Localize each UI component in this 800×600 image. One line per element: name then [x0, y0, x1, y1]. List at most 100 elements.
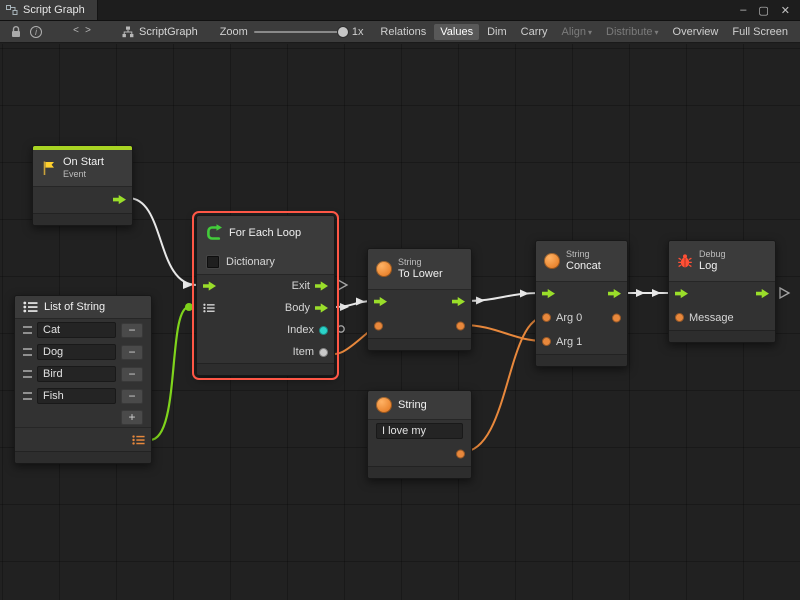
info-icon[interactable]: i [26, 23, 46, 41]
tab-title: Script Graph [23, 4, 85, 16]
graph-selector[interactable]: ScriptGraph [122, 26, 198, 38]
list-icon [23, 301, 38, 313]
carry-button[interactable]: Carry [515, 24, 554, 40]
distribute-button[interactable]: Distribute▾ [600, 24, 664, 40]
collection-input-port[interactable] [203, 303, 215, 313]
window-controls: – ▢ ✕ [740, 0, 800, 20]
node-log[interactable]: Debug Log Message [668, 240, 776, 343]
remove-item-button[interactable]: − [121, 345, 143, 360]
list-item-field[interactable]: Bird [37, 366, 116, 382]
node-footer [15, 451, 151, 463]
bug-icon [677, 253, 693, 269]
list-item-field[interactable]: Dog [37, 344, 116, 360]
drag-handle-icon[interactable] [23, 326, 32, 334]
node-subtitle: Event [63, 169, 104, 180]
item-output-port[interactable]: Item [293, 346, 328, 358]
node-category: Debug [699, 249, 726, 260]
port-label: Body [285, 302, 310, 314]
maximize-icon[interactable]: ▢ [758, 4, 768, 17]
wire-arrowhead [636, 289, 645, 297]
exec-input-port[interactable] [542, 289, 555, 299]
exec-output-port[interactable] [608, 289, 621, 299]
code-preview-icon[interactable]: < > [72, 23, 92, 41]
wire-onstart-to-foreach [128, 198, 197, 285]
zoom-label: Zoom [220, 26, 248, 38]
list-item-row: Bird − [15, 363, 151, 385]
node-for-each-loop[interactable]: For Each Loop Dictionary Exit [196, 215, 335, 376]
exec-input-port[interactable] [675, 289, 688, 299]
node-title: For Each Loop [229, 227, 301, 239]
node-list-of-string[interactable]: List of String Cat − Dog − Bird − [14, 295, 152, 464]
port-label: Arg 1 [556, 336, 582, 348]
exec-arrow-icon [113, 195, 126, 205]
dictionary-label: Dictionary [226, 256, 275, 268]
node-title: To Lower [398, 268, 443, 281]
node-concat[interactable]: String Concat Arg 0 [535, 240, 628, 367]
minimize-icon[interactable]: – [740, 4, 746, 16]
value-dot-icon [319, 326, 328, 335]
close-icon[interactable]: ✕ [781, 4, 790, 17]
exec-input-port[interactable] [203, 281, 216, 291]
message-input-port[interactable]: Message [675, 312, 734, 324]
value-dot-icon [319, 348, 328, 357]
string-output-port[interactable] [456, 450, 465, 459]
body-output-port[interactable]: Body [285, 302, 328, 314]
list-input-icon [203, 303, 215, 313]
chevron-down-icon: ▾ [655, 28, 659, 37]
exec-output-port[interactable] [452, 297, 465, 307]
zoom-slider-thumb[interactable] [338, 27, 348, 37]
node-string-literal[interactable]: String I love my [367, 390, 472, 479]
exec-arrow-icon [756, 289, 769, 299]
graph-tab-icon [6, 4, 18, 16]
arg0-input-port[interactable]: Arg 0 [542, 312, 582, 324]
align-button[interactable]: Align▾ [556, 24, 598, 40]
string-input-port[interactable] [374, 321, 383, 330]
wire-arrowhead [340, 303, 349, 311]
node-title: List of String [44, 301, 105, 313]
list-output-port[interactable] [132, 434, 145, 445]
node-title: On Start [63, 156, 104, 169]
value-dot-icon [374, 321, 383, 330]
string-value-field[interactable]: I love my [376, 423, 463, 439]
node-to-lower[interactable]: String To Lower [367, 248, 472, 351]
drag-handle-icon[interactable] [23, 348, 32, 356]
port-label: Message [689, 312, 734, 324]
drag-handle-icon[interactable] [23, 392, 32, 400]
remove-item-button[interactable]: − [121, 367, 143, 382]
result-output-port[interactable] [612, 313, 621, 322]
graph-canvas[interactable]: On Start Event List of String [0, 44, 800, 600]
list-item-field[interactable]: Fish [37, 388, 116, 404]
value-dot-icon [675, 313, 684, 322]
exec-output-port[interactable] [113, 195, 126, 205]
index-output-port[interactable]: Index [287, 324, 328, 336]
exec-input-port[interactable] [374, 297, 387, 307]
drag-handle-icon[interactable] [23, 370, 32, 378]
values-button[interactable]: Values [434, 24, 479, 40]
wire-arrowhead [183, 281, 193, 289]
overview-button[interactable]: Overview [667, 24, 725, 40]
dim-button[interactable]: Dim [481, 24, 513, 40]
list-item-field[interactable]: Cat [37, 322, 116, 338]
relations-button[interactable]: Relations [374, 24, 432, 40]
exit-output-port[interactable]: Exit [292, 280, 328, 292]
zoom-slider[interactable] [254, 31, 346, 33]
tab-script-graph[interactable]: Script Graph [0, 0, 98, 20]
string-circle-icon [376, 397, 392, 413]
exec-arrow-icon [675, 289, 688, 299]
arg1-input-port[interactable]: Arg 1 [542, 336, 582, 348]
zoom-control: Zoom 1x [220, 26, 364, 38]
dictionary-checkbox[interactable] [207, 256, 219, 268]
remove-item-button[interactable]: − [121, 389, 143, 404]
add-item-button[interactable]: + [121, 410, 143, 425]
value-dot-icon [456, 450, 465, 459]
full-screen-button[interactable]: Full Screen [726, 24, 794, 40]
node-on-start[interactable]: On Start Event [32, 145, 133, 226]
string-circle-icon [544, 253, 560, 269]
node-category: String [566, 249, 601, 260]
exec-output-port[interactable] [756, 289, 769, 299]
lock-icon[interactable] [6, 23, 26, 41]
result-output-port[interactable] [456, 321, 465, 330]
remove-item-button[interactable]: − [121, 323, 143, 338]
wire-tolower-to-concat [465, 293, 541, 301]
log-exit-unconnected-triangle [780, 288, 789, 298]
